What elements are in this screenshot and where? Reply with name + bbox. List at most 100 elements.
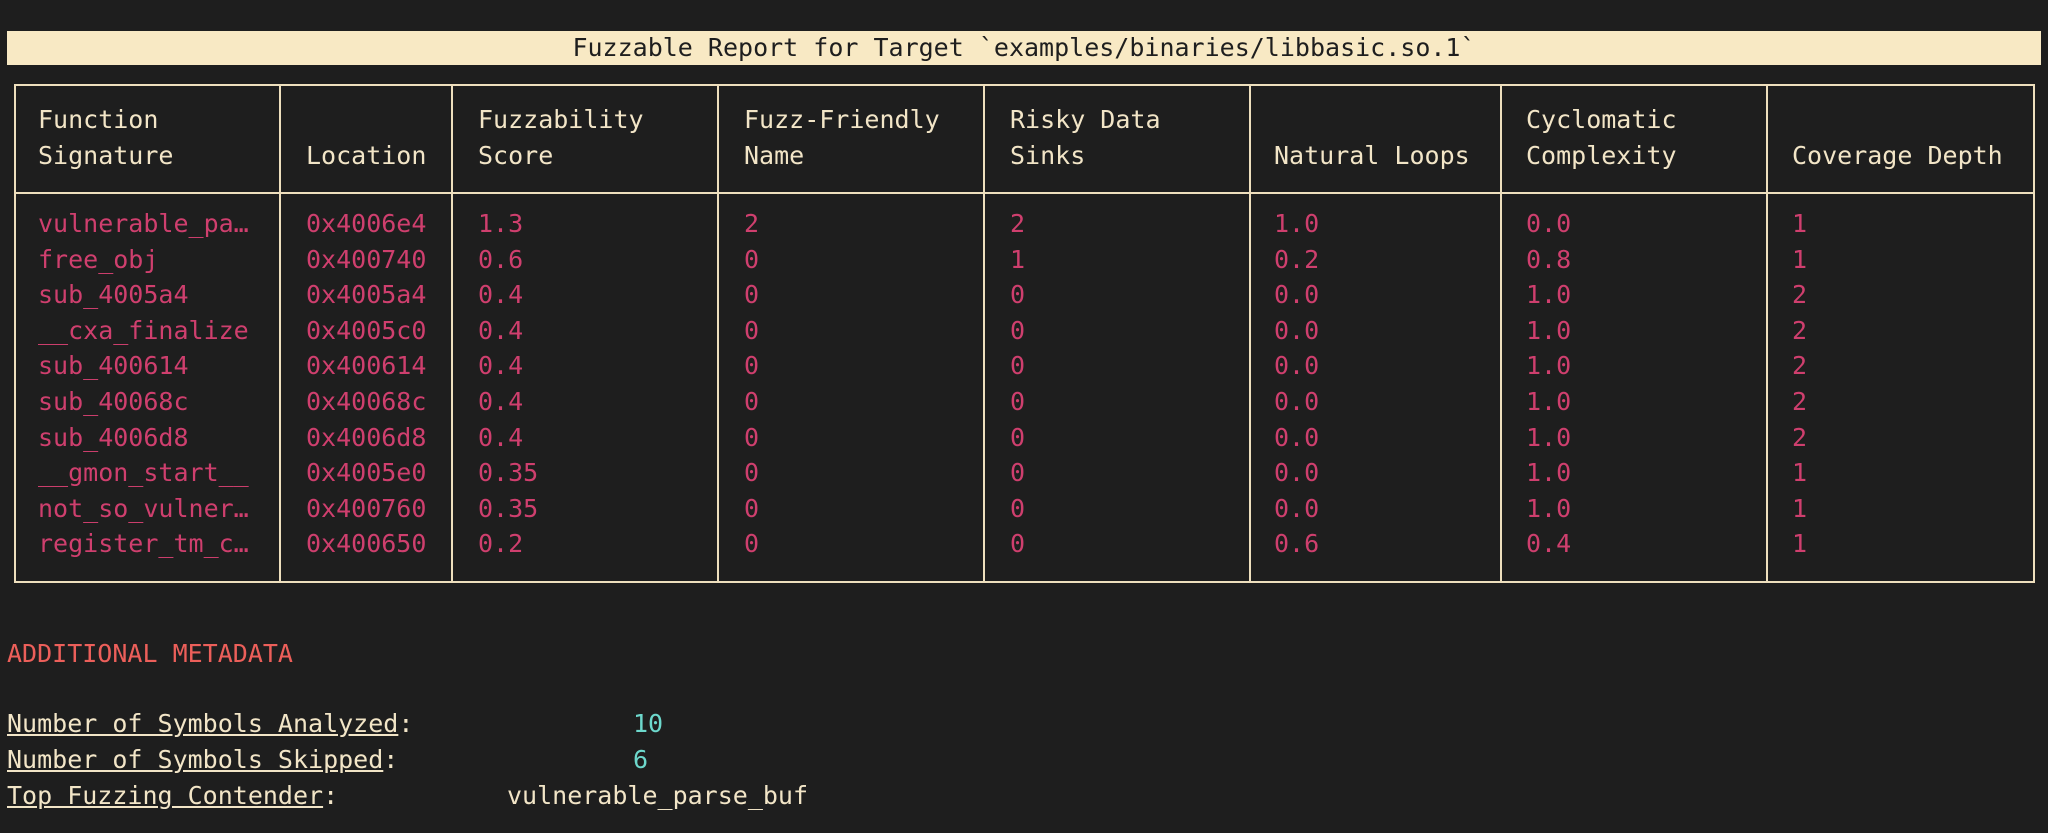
cell-fuzzability-score: 0.35: [478, 458, 539, 488]
symbols-skipped-label: Number of Symbols Skipped: [7, 745, 384, 774]
top-contender-value: vulnerable_parse_buf: [507, 781, 809, 810]
cell-cyclomatic-complexity: 1.0: [1526, 387, 1572, 416]
header-risky-data-sinks: Risky Data Sinks: [1010, 105, 1161, 170]
cell-location: 0x4006d8: [306, 422, 427, 452]
cell-natural-loops: 0.0: [1274, 422, 1320, 452]
cell-fuzzability-score: 0.4: [478, 422, 524, 452]
header-fuzz-friendly-name: Fuzz-Friendly Name: [744, 105, 940, 170]
cell-risky-data-sinks: 0: [1010, 458, 1026, 488]
cell-function-signature: __cxa_finalize: [38, 315, 249, 345]
cell-cyclomatic-complexity: 1.0: [1526, 280, 1572, 310]
table-row: free_obj 0x400740 0.6 0 1 0.2 0.8 1: [16, 242, 2033, 278]
cell-natural-loops: 0.0: [1274, 458, 1320, 488]
cell-fuzz-friendly-name: 0: [744, 529, 760, 559]
cell-coverage-depth: 2: [1792, 422, 1808, 452]
table-row: sub_4006d8 0x4006d8 0.4 0 0 0.0 1.0 2: [16, 420, 2033, 456]
top-contender-row: Top Fuzzing Contender: vulnerable_parse_…: [7, 778, 808, 814]
cell-natural-loops: 1.0: [1274, 209, 1320, 238]
cell-cyclomatic-complexity: 1.0: [1526, 422, 1572, 452]
cell-location: 0x4005c0: [306, 315, 427, 345]
cell-natural-loops: 0.0: [1274, 387, 1320, 416]
cell-location: 0x400614: [306, 351, 427, 381]
cell-risky-data-sinks: 0: [1010, 422, 1026, 452]
cell-risky-data-sinks: 0: [1010, 493, 1026, 523]
table-row: register_tm_c… 0x400650 0.2 0 0 0.6 0.4 1: [16, 526, 2033, 562]
cell-location: 0x4005e0: [306, 458, 427, 488]
table-row: vulnerable_pa… 0x4006e4 1.3 2 2 1.0 0.0 1: [16, 206, 2033, 242]
cell-risky-data-sinks: 1: [1010, 244, 1026, 274]
cell-coverage-depth: 1: [1792, 458, 1808, 488]
symbols-analyzed-row: Number of Symbols Analyzed: 10: [7, 706, 663, 742]
fuzzable-report-table: Function Signature Location Fuzzability …: [14, 84, 2035, 583]
symbols-analyzed-label: Number of Symbols Analyzed: [7, 709, 399, 738]
table-row: sub_400614 0x400614 0.4 0 0 0.0 1.0 2: [16, 348, 2033, 384]
cell-natural-loops: 0.6: [1274, 529, 1320, 559]
cell-natural-loops: 0.0: [1274, 351, 1320, 381]
cell-natural-loops: 0.2: [1274, 244, 1320, 274]
colon: :: [323, 781, 339, 810]
top-contender-label: Top Fuzzing Contender: [7, 781, 324, 810]
table-row: sub_4005a4 0x4005a4 0.4 0 0 0.0 1.0 2: [16, 277, 2033, 313]
cell-coverage-depth: 2: [1792, 387, 1808, 416]
cell-location: 0x400650: [306, 529, 427, 559]
cell-function-signature: vulnerable_pa…: [38, 209, 249, 238]
cell-location: 0x400760: [306, 493, 427, 523]
cell-risky-data-sinks: 0: [1010, 529, 1026, 559]
cell-fuzz-friendly-name: 0: [744, 422, 760, 452]
cell-fuzz-friendly-name: 0: [744, 280, 760, 310]
cell-natural-loops: 0.0: [1274, 315, 1320, 345]
cell-function-signature: register_tm_c…: [38, 529, 249, 559]
cell-risky-data-sinks: 0: [1010, 387, 1026, 416]
header-natural-loops: Natural Loops: [1274, 141, 1470, 170]
table-row: not_so_vulner… 0x400760 0.35 0 0 0.0 1.0 1: [16, 491, 2033, 527]
cell-coverage-depth: 2: [1792, 351, 1808, 381]
cell-location: 0x400740: [306, 244, 427, 274]
header-divider: [16, 192, 2033, 194]
cell-fuzz-friendly-name: 0: [744, 351, 760, 381]
cell-fuzzability-score: 0.4: [478, 351, 524, 381]
symbols-analyzed-value: 10: [633, 709, 664, 738]
cell-coverage-depth: 1: [1792, 244, 1808, 274]
cell-risky-data-sinks: 0: [1010, 315, 1026, 345]
cell-function-signature: not_so_vulner…: [38, 493, 249, 523]
cell-coverage-depth: 2: [1792, 280, 1808, 310]
cell-risky-data-sinks: 2: [1010, 209, 1026, 238]
cell-fuzz-friendly-name: 0: [744, 458, 760, 488]
table-row: sub_40068c 0x40068c 0.4 0 0 0.0 1.0 2: [16, 384, 2033, 420]
report-title: Fuzzable Report for Target `examples/bin…: [7, 31, 2041, 65]
cell-coverage-depth: 1: [1792, 529, 1808, 559]
cell-risky-data-sinks: 0: [1010, 351, 1026, 381]
colon: :: [398, 709, 414, 738]
cell-coverage-depth: 1: [1792, 493, 1808, 523]
cell-function-signature: sub_400614: [38, 351, 189, 381]
cell-cyclomatic-complexity: 1.0: [1526, 351, 1572, 381]
cell-fuzzability-score: 0.4: [478, 280, 524, 310]
cell-fuzz-friendly-name: 2: [744, 209, 760, 238]
cell-fuzzability-score: 0.6: [478, 244, 524, 274]
cell-cyclomatic-complexity: 0.0: [1526, 209, 1572, 238]
cell-location: 0x4005a4: [306, 280, 427, 310]
cell-location: 0x40068c: [306, 387, 427, 416]
symbols-skipped-row: Number of Symbols Skipped: 6: [7, 742, 648, 778]
cell-fuzzability-score: 0.2: [478, 529, 524, 559]
header-coverage-depth: Coverage Depth: [1792, 141, 2003, 170]
cell-fuzzability-score: 0.4: [478, 387, 524, 416]
table-row: __gmon_start__ 0x4005e0 0.35 0 0 0.0 1.0 1: [16, 455, 2033, 491]
cell-fuzzability-score: 0.35: [478, 493, 539, 523]
cell-function-signature: sub_4006d8: [38, 422, 189, 452]
cell-cyclomatic-complexity: 0.4: [1526, 529, 1572, 559]
cell-cyclomatic-complexity: 1.0: [1526, 458, 1572, 488]
cell-fuzz-friendly-name: 0: [744, 387, 760, 416]
cell-natural-loops: 0.0: [1274, 280, 1320, 310]
additional-metadata-heading: ADDITIONAL METADATA: [7, 639, 293, 668]
cell-function-signature: sub_4005a4: [38, 280, 189, 310]
cell-fuzzability-score: 1.3: [478, 209, 524, 238]
cell-cyclomatic-complexity: 0.8: [1526, 244, 1572, 274]
cell-natural-loops: 0.0: [1274, 493, 1320, 523]
cell-fuzzability-score: 0.4: [478, 315, 524, 345]
cell-cyclomatic-complexity: 1.0: [1526, 493, 1572, 523]
colon: :: [383, 745, 399, 774]
cell-function-signature: __gmon_start__: [38, 458, 249, 488]
cell-fuzz-friendly-name: 0: [744, 244, 760, 274]
header-location: Location: [306, 141, 427, 170]
